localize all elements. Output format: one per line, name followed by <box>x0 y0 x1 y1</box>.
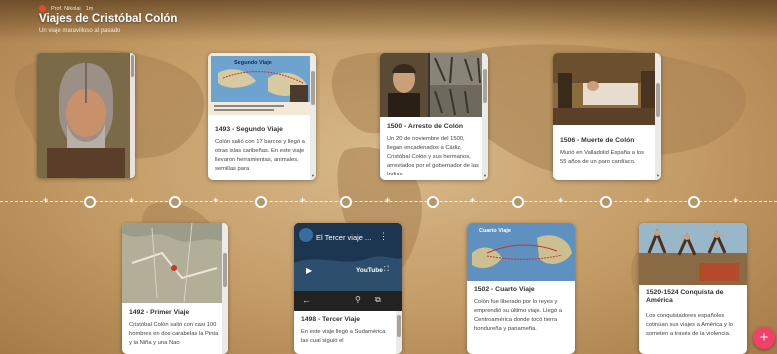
card-segundo-viaje[interactable]: Segundo Viaje 1493 - Segundo Viaje Colón… <box>208 53 316 180</box>
add-post-button[interactable]: + <box>753 327 775 349</box>
timeline-node[interactable] <box>512 196 524 208</box>
page-title: Viajes de Cristóbal Colón <box>39 13 178 25</box>
primer-viaje-map-image <box>122 223 228 303</box>
add-post-plus-icon[interactable]: + <box>43 195 48 205</box>
card-text: En este viaje llegó a Sudamérica las cua… <box>301 329 386 344</box>
youtube-logo[interactable]: YouTube <box>356 267 383 274</box>
card-text: Un 20 de noviembre del 1500, llegan enca… <box>387 136 479 175</box>
back-arrow-icon[interactable]: ← <box>302 295 311 305</box>
add-post-plus-icon[interactable]: + <box>213 195 218 205</box>
timeline-node[interactable] <box>84 196 96 208</box>
cuarto-viaje-map-image: Cuarto Viaje <box>467 223 575 281</box>
card-text: Los conquistadores españoles cotinúan su… <box>646 313 733 337</box>
add-post-plus-icon[interactable]: + <box>645 195 650 205</box>
add-post-plus-icon[interactable]: + <box>733 195 738 205</box>
open-external-icon[interactable]: ⧉ <box>375 295 381 305</box>
tercer-viaje-video-embed[interactable]: El Tercer viaje ... ⋮ ▶ YouTube ⛶ ← ⚲ ⧉ <box>294 223 402 311</box>
timeline-node[interactable] <box>427 196 439 208</box>
card-text: Cristóbal Colón salió con casi 100 hombr… <box>129 322 219 346</box>
author-avatar[interactable] <box>39 5 46 12</box>
more-options-icon[interactable]: ⋮ <box>379 231 388 242</box>
card-text: Murió en Valladolid España a los 55 años… <box>560 150 644 165</box>
post-time: 1m <box>85 5 94 12</box>
colon-portrait-image <box>37 53 135 178</box>
colon-portrait-card[interactable] <box>37 53 135 178</box>
timeline-node[interactable] <box>340 196 352 208</box>
card-muerte-colon[interactable]: 1506 - Muerte de Colón Murió en Valladol… <box>553 53 661 180</box>
card-title: 1520-1524 Conquista de América <box>646 289 724 305</box>
segundo-viaje-map-image: Segundo Viaje <box>208 53 316 115</box>
card-title: 1493 - Segundo Viaje <box>215 126 283 133</box>
card-text: Colón salió con 17 barcos y llegó a otra… <box>215 139 305 172</box>
cuarto-viaje-image-caption: Cuarto Viaje <box>479 228 511 234</box>
author-meta: Prof. Nikolai 1m <box>39 5 93 12</box>
channel-avatar-icon[interactable] <box>299 228 313 242</box>
card-text: Colón fue liberado por lo reyes y empren… <box>474 299 562 332</box>
arresto-colon-image <box>380 53 488 117</box>
card-conquista-america[interactable]: 1520-1524 Conquista de América Los conqu… <box>639 223 747 354</box>
card-title: 1502 - Cuarto Viaje <box>474 286 535 293</box>
card-arresto-colon[interactable]: 1500 - Arresto de Colón Un 20 de noviemb… <box>380 53 488 180</box>
play-icon[interactable]: ▶ <box>306 266 312 275</box>
zoom-icon[interactable]: ⚲ <box>355 295 361 304</box>
page-subtitle: Un viaje maravilloso al pasado <box>39 28 121 34</box>
add-post-plus-icon[interactable]: + <box>385 195 390 205</box>
scroll-down-icon[interactable]: ▼ <box>655 173 661 178</box>
timeline-node[interactable] <box>169 196 181 208</box>
scroll-down-icon[interactable]: ▼ <box>482 173 488 178</box>
scroll-down-icon[interactable]: ▼ <box>310 173 316 178</box>
timeline-node[interactable] <box>600 196 612 208</box>
card-title: 1506 - Muerte de Colón <box>560 137 635 144</box>
video-title[interactable]: El Tercer viaje ... <box>316 233 371 242</box>
fullscreen-icon[interactable]: ⛶ <box>384 266 389 274</box>
conquista-america-image <box>639 223 747 285</box>
author-name[interactable]: Prof. Nikolai <box>51 6 81 12</box>
card-cuarto-viaje[interactable]: Cuarto Viaje 1502 - Cuarto Viaje Colón f… <box>467 223 575 354</box>
timeline-node[interactable] <box>255 196 267 208</box>
card-title: 1500 - Arresto de Colón <box>387 123 464 130</box>
card-primer-viaje[interactable]: 1492 - Primer Viaje Cristóbal Colón sali… <box>122 223 228 354</box>
add-post-plus-icon[interactable]: + <box>129 195 134 205</box>
card-tercer-viaje[interactable]: El Tercer viaje ... ⋮ ▶ YouTube ⛶ ← ⚲ ⧉ … <box>294 223 402 354</box>
muerte-colon-image <box>553 53 661 125</box>
add-post-plus-icon[interactable]: + <box>470 195 475 205</box>
page-header: Prof. Nikolai 1m Viajes de Cristóbal Col… <box>0 0 777 42</box>
timeline-node[interactable] <box>688 196 700 208</box>
card-title: 1498 - Tercer Viaje <box>301 316 361 323</box>
segundo-viaje-image-caption: Segundo Viaje <box>234 60 272 66</box>
add-post-plus-icon[interactable]: + <box>300 195 305 205</box>
card-title: 1492 - Primer Viaje <box>129 309 190 316</box>
add-post-plus-icon[interactable]: + <box>558 195 563 205</box>
